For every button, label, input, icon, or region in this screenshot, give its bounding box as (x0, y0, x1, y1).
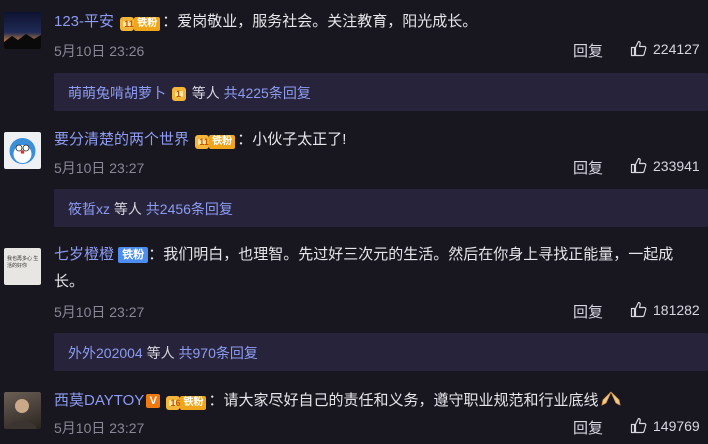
fan-badge: 11 铁粉 (195, 132, 236, 150)
fan-badge-label: 铁粉 (118, 247, 149, 264)
crown-icon: 11 (195, 135, 210, 150)
like-button[interactable]: 233941 (630, 157, 700, 174)
reply-button[interactable]: 回复 (573, 301, 603, 322)
username[interactable]: 要分清楚的两个世界 (54, 131, 189, 148)
replies-summary[interactable]: 筱晢xz 等人 共2456条回复 (54, 189, 708, 227)
comment-body: ：小伙子太正了! (237, 131, 347, 148)
like-button[interactable]: 224127 (630, 40, 700, 57)
replies-summary[interactable]: 萌萌兔啃胡萝卜 1 等人 共4225条回复 (54, 73, 708, 111)
like-count: 181282 (653, 302, 700, 318)
avatar-image (8, 399, 37, 429)
comment-time: 5月10日 23:27 (54, 420, 145, 436)
reply-count[interactable]: 共2456条回复 (146, 201, 233, 217)
reply-others: 等人 (146, 345, 175, 361)
comment-text-line: 七岁橙橙 铁粉 ：我们明白，也理智。先过好三次元的生活。然后在你身上寻找正能量，一… (54, 245, 673, 265)
thumbs-up-icon (630, 40, 647, 57)
comment-body: ：爱岗敬业，服务社会。关注教育，阳光成长。 (162, 13, 478, 30)
thumbs-up-icon (630, 157, 647, 174)
crown-icon: 1 (171, 87, 186, 102)
comment-text-line: 123-平安 11 铁粉 ：爱岗敬业，服务社会。关注教育，阳光成长。 (54, 12, 477, 32)
reply-user-names[interactable]: 萌萌兔啃胡萝卜 (68, 85, 166, 101)
comment-time: 5月10日 23:26 (54, 43, 145, 59)
thumbs-up-icon (630, 417, 647, 434)
like-button[interactable]: 149769 (630, 417, 700, 434)
thumbs-up-icon (630, 301, 647, 318)
fan-badge-label: 铁粉 (134, 17, 161, 32)
comment-body-continued: 长。 (54, 273, 85, 290)
replies-summary[interactable]: 外外202004 等人 共970条回复 (54, 333, 708, 371)
comment-text-line: 长。 (54, 272, 84, 292)
reply-user-names[interactable]: 筱晢xz (68, 201, 110, 217)
like-count: 233941 (653, 158, 700, 174)
avatar-image: 我也再多心 生活的好你 (7, 256, 39, 269)
reply-button[interactable]: 回复 (573, 40, 603, 61)
avatar[interactable]: 我也再多心 生活的好你 (4, 248, 41, 285)
crown-icon: 16 (166, 396, 180, 411)
like-count: 149769 (653, 418, 700, 434)
crown-icon: 11 (120, 17, 135, 32)
fan-badge-label: 铁粉 (209, 135, 236, 150)
fan-badge: 16 铁粉 (166, 393, 207, 411)
comment-text-line: 西莫DAYTOY V 16 铁粉 ：请大家尽好自己的责任和义务，遵守职业规范和行业底线 (54, 389, 622, 413)
praying-hands-icon (600, 389, 622, 413)
like-count: 224127 (653, 41, 700, 57)
reply-others: 等人 (113, 201, 142, 217)
avatar[interactable] (4, 12, 41, 49)
avatar-image (9, 138, 36, 164)
username[interactable]: 西莫DAYTOY (54, 392, 144, 409)
reply-count[interactable]: 共970条回复 (179, 345, 258, 361)
comment-text-line: 要分清楚的两个世界 11 铁粉 ：小伙子太正了! (54, 130, 346, 150)
comment-time: 5月10日 23:27 (54, 160, 145, 176)
reply-button[interactable]: 回复 (573, 157, 603, 178)
username[interactable]: 七岁橙橙 (54, 246, 114, 263)
reply-others: 等人 (191, 85, 220, 101)
comment-time: 5月10日 23:27 (54, 304, 145, 320)
reply-user-names[interactable]: 外外202004 (68, 345, 143, 361)
avatar[interactable] (4, 392, 41, 429)
reply-button[interactable]: 回复 (573, 417, 603, 438)
username[interactable]: 123-平安 (54, 13, 114, 30)
comment-body: ：请大家尽好自己的责任和义务，遵守职业规范和行业底线 (208, 391, 599, 409)
verified-icon: V (146, 394, 161, 408)
like-button[interactable]: 181282 (630, 301, 700, 318)
avatar[interactable] (4, 132, 41, 169)
fan-badge: 11 铁粉 (120, 14, 161, 32)
fan-badge-label: 铁粉 (180, 396, 207, 411)
avatar-image (4, 34, 41, 49)
comment-body: ：我们明白，也理智。先过好三次元的生活。然后在你身上寻找正能量，一起成 (148, 246, 674, 263)
reply-count[interactable]: 共4225条回复 (224, 85, 311, 101)
